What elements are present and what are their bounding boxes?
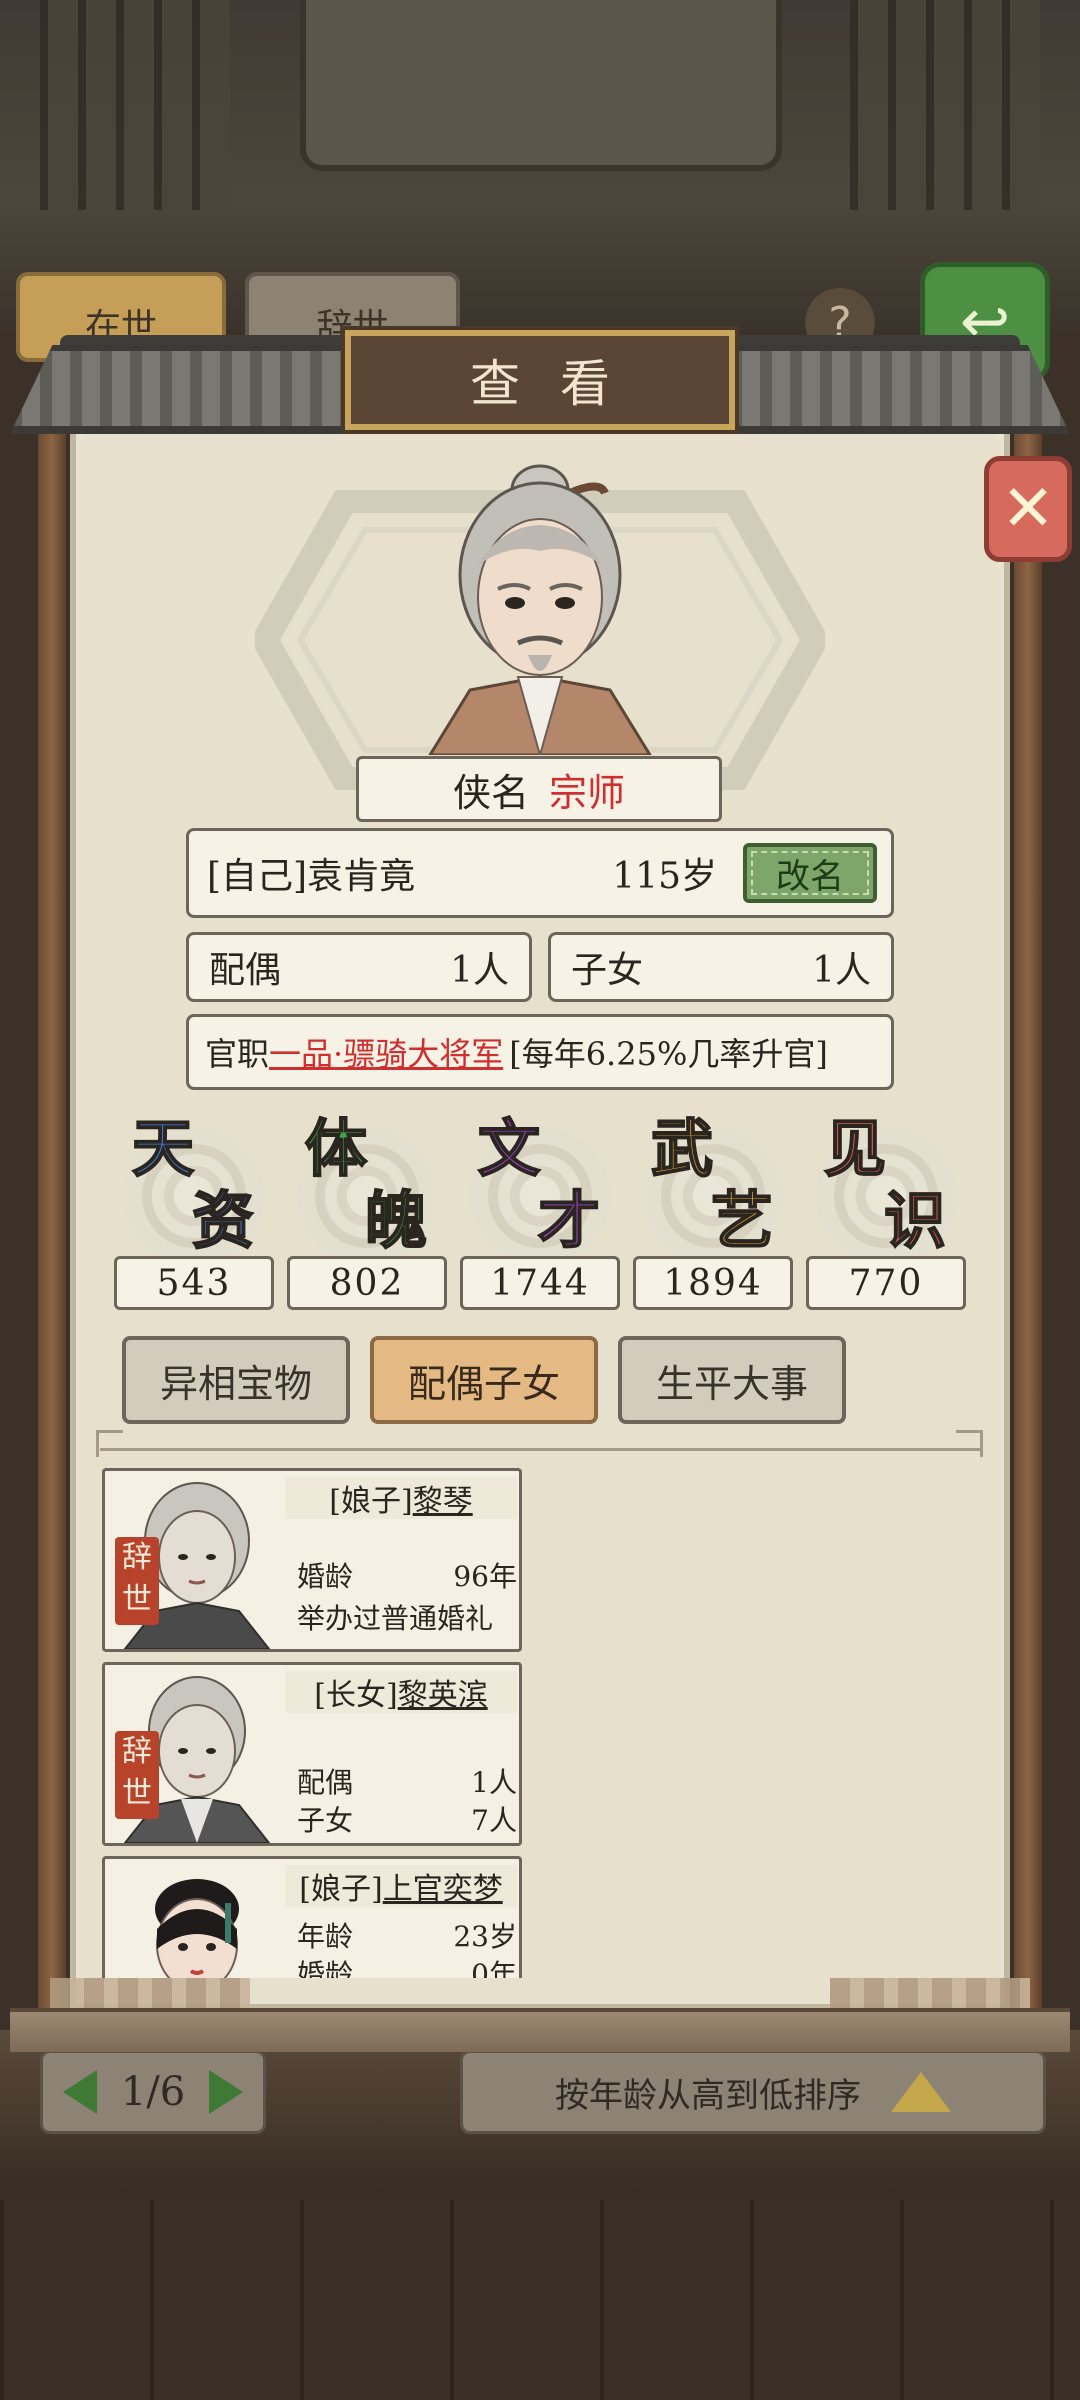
children-label: 子女 xyxy=(571,950,644,991)
floor-boards xyxy=(0,2200,1080,2400)
hero-title-plate: 侠名 宗师 xyxy=(356,756,722,822)
office-value: 一品·骠骑大将军 xyxy=(269,1035,504,1073)
tab-treasures[interactable]: 异相宝物 xyxy=(122,1336,350,1424)
attr-char-1: 文 xyxy=(477,1112,541,1185)
next-page-icon[interactable] xyxy=(209,2070,244,2114)
section-divider xyxy=(100,1448,980,1451)
attr-knowledge-value: 770 xyxy=(806,1256,966,1310)
attr-char-2: 资 xyxy=(191,1184,255,1257)
pager[interactable]: 1/6 xyxy=(40,2050,266,2134)
age-row: 年龄 23岁 xyxy=(297,1915,517,1955)
marriage-years-row: 婚龄 0年 xyxy=(297,1953,517,1978)
frame-post-right xyxy=(1014,410,1042,2030)
attr-martial: 武 艺 xyxy=(633,1116,793,1276)
attr-char-1: 见 xyxy=(823,1112,887,1185)
children-row: 子女 7人 xyxy=(297,1799,517,1839)
window-lattice-left xyxy=(40,0,230,210)
sort-ascending-icon xyxy=(891,2072,951,2112)
hero-title-value: 宗师 xyxy=(549,770,626,815)
hero-title-label: 侠名 xyxy=(452,770,529,815)
spouse-label: 配偶 xyxy=(209,950,282,991)
attr-char-2: 艺 xyxy=(710,1184,774,1257)
line-label: 子女 xyxy=(297,1804,354,1837)
line-label: 配偶 xyxy=(297,1766,354,1799)
family-card-daughter[interactable]: 辞世 [长女] 黎英滨 配偶 1人 子女 7人 xyxy=(102,1662,522,1846)
rename-button[interactable]: 改名 xyxy=(743,843,877,903)
wedding-text: 举办过普通婚礼 xyxy=(297,1602,494,1635)
frame-post-left xyxy=(38,410,66,2030)
attr-char-1: 体 xyxy=(304,1112,368,1185)
family-card-wife-1[interactable]: 辞世 [娘子] 黎琴 婚龄 96年 举办过普通婚礼 xyxy=(102,1468,522,1652)
family-name: [长女] 黎英滨 xyxy=(285,1671,517,1713)
family-card-wife-2[interactable]: [娘子] 上官奕梦 年龄 23岁 婚龄 0年 xyxy=(102,1856,522,1978)
spouse-count: 1人 xyxy=(450,950,509,991)
family-relation: [长女] xyxy=(314,1678,398,1713)
wife-portrait xyxy=(155,1879,239,1978)
close-x-icon[interactable]: ✕ xyxy=(984,456,1072,562)
sort-button[interactable]: 按年龄从高到低排序 xyxy=(460,2050,1046,2134)
family-name: [娘子] 上官奕梦 xyxy=(285,1865,517,1907)
attr-physique-value: 802 xyxy=(287,1256,447,1310)
attr-char-2: 识 xyxy=(883,1184,947,1257)
children-count-row: 子女 1人 xyxy=(548,932,894,1002)
office-promotion-note: [每年6.25%几率升官] xyxy=(509,1035,828,1073)
tab-life-events[interactable]: 生平大事 xyxy=(618,1336,846,1424)
line-label: 婚龄 xyxy=(297,1560,354,1593)
office-row: 官职 一品·骠骑大将军 [每年6.25%几率升官] xyxy=(186,1014,894,1090)
prev-page-icon[interactable] xyxy=(62,2070,97,2114)
family-relation: [娘子] xyxy=(299,1872,383,1907)
family-name: [娘子] 黎琴 xyxy=(285,1477,517,1519)
attr-char-1: 武 xyxy=(650,1112,714,1185)
marriage-years-row: 婚龄 96年 xyxy=(297,1555,517,1595)
family-member-name[interactable]: 黎英滨 xyxy=(398,1670,488,1714)
attr-char-1: 天 xyxy=(131,1112,195,1185)
divider-corner-right xyxy=(956,1430,983,1457)
sort-label: 按年龄从高到低排序 xyxy=(555,2075,861,2116)
deceased-badge: 辞世 xyxy=(115,1731,159,1819)
character-name: [自己]袁肯竟 xyxy=(207,856,416,897)
spouse-count-row: 配偶 1人 xyxy=(186,932,532,1002)
attr-literary-value: 1744 xyxy=(460,1256,620,1310)
tab-spouse-children[interactable]: 配偶子女 xyxy=(370,1336,598,1424)
attr-literary: 文 才 xyxy=(460,1116,620,1276)
office-label: 官职 xyxy=(205,1035,270,1073)
family-member-name[interactable]: 黎琴 xyxy=(413,1476,473,1520)
wall-painting xyxy=(300,0,782,171)
attr-martial-value: 1894 xyxy=(633,1256,793,1310)
line-value: 1人 xyxy=(471,1766,517,1799)
window-lattice-right xyxy=(850,0,1040,210)
character-age: 115岁 xyxy=(612,856,717,897)
divider-corner-left xyxy=(96,1430,123,1457)
name-row: [自己]袁肯竟 115岁 改名 xyxy=(186,828,894,918)
attr-talent-value: 543 xyxy=(114,1256,274,1310)
character-portrait xyxy=(428,464,652,755)
attr-char-2: 才 xyxy=(537,1184,601,1257)
line-label: 婚龄 xyxy=(297,1958,354,1978)
page-indicator: 1/6 xyxy=(120,2069,186,2115)
frame-bottom-rail xyxy=(10,2008,1070,2052)
attr-physique: 体 魄 xyxy=(287,1116,447,1276)
line-value: 23岁 xyxy=(453,1920,517,1953)
family-member-name[interactable]: 上官奕梦 xyxy=(383,1864,503,1908)
line-value: 0年 xyxy=(471,1958,517,1978)
attr-talent: 天 资 xyxy=(114,1116,274,1276)
wedding-row: 举办过普通婚礼 xyxy=(297,1597,517,1637)
attr-char-2: 魄 xyxy=(364,1184,428,1257)
spouse-row: 配偶 1人 xyxy=(297,1761,517,1801)
line-label: 年龄 xyxy=(297,1920,354,1953)
attr-knowledge: 见 识 xyxy=(806,1116,966,1276)
deceased-badge: 辞世 xyxy=(115,1537,159,1625)
line-value: 7人 xyxy=(471,1804,517,1837)
family-relation: [娘子] xyxy=(329,1484,413,1519)
dialog-title: 查看 xyxy=(345,330,735,430)
line-value: 96年 xyxy=(453,1560,517,1593)
children-count: 1人 xyxy=(812,950,871,991)
family-list[interactable]: 辞世 [娘子] 黎琴 婚龄 96年 举办过普通婚礼 辞世 [长女] 黎英滨 配偶 xyxy=(100,1464,530,1978)
